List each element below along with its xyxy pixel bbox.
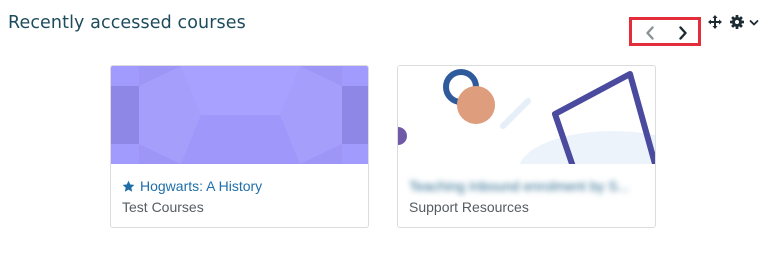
course-name-link[interactable]: Hogwarts: A History <box>122 177 360 195</box>
course-card-body: Teaching Inbound enrolment by S... Suppo… <box>409 177 647 217</box>
course-category: Support Resources <box>409 199 529 215</box>
course-image[interactable] <box>398 66 656 164</box>
next-button[interactable] <box>672 23 694 43</box>
course-category: Test Courses <box>122 199 204 215</box>
chevron-right-icon <box>679 26 687 40</box>
chevron-left-icon <box>646 26 654 40</box>
star-icon <box>122 180 135 192</box>
course-card-body: Hogwarts: A History Test Courses <box>122 177 360 217</box>
course-image[interactable] <box>111 66 369 164</box>
caret-down-icon[interactable] <box>749 18 759 28</box>
gear-icon[interactable] <box>729 14 745 30</box>
course-name[interactable]: Hogwarts: A History <box>140 178 262 194</box>
course-name[interactable]: Teaching Inbound enrolment by S... <box>409 178 629 194</box>
recent-courses-block: Recently accessed courses Hogwarts: A Hi… <box>0 0 768 267</box>
course-card[interactable]: Hogwarts: A History Test Courses <box>110 65 369 228</box>
course-card[interactable]: Teaching Inbound enrolment by S... Suppo… <box>397 65 656 228</box>
block-title: Recently accessed courses <box>8 13 246 33</box>
previous-button[interactable] <box>639 23 661 43</box>
move-icon[interactable] <box>707 14 723 30</box>
course-name-link[interactable]: Teaching Inbound enrolment by S... <box>409 177 647 195</box>
carousel-nav <box>629 17 701 46</box>
